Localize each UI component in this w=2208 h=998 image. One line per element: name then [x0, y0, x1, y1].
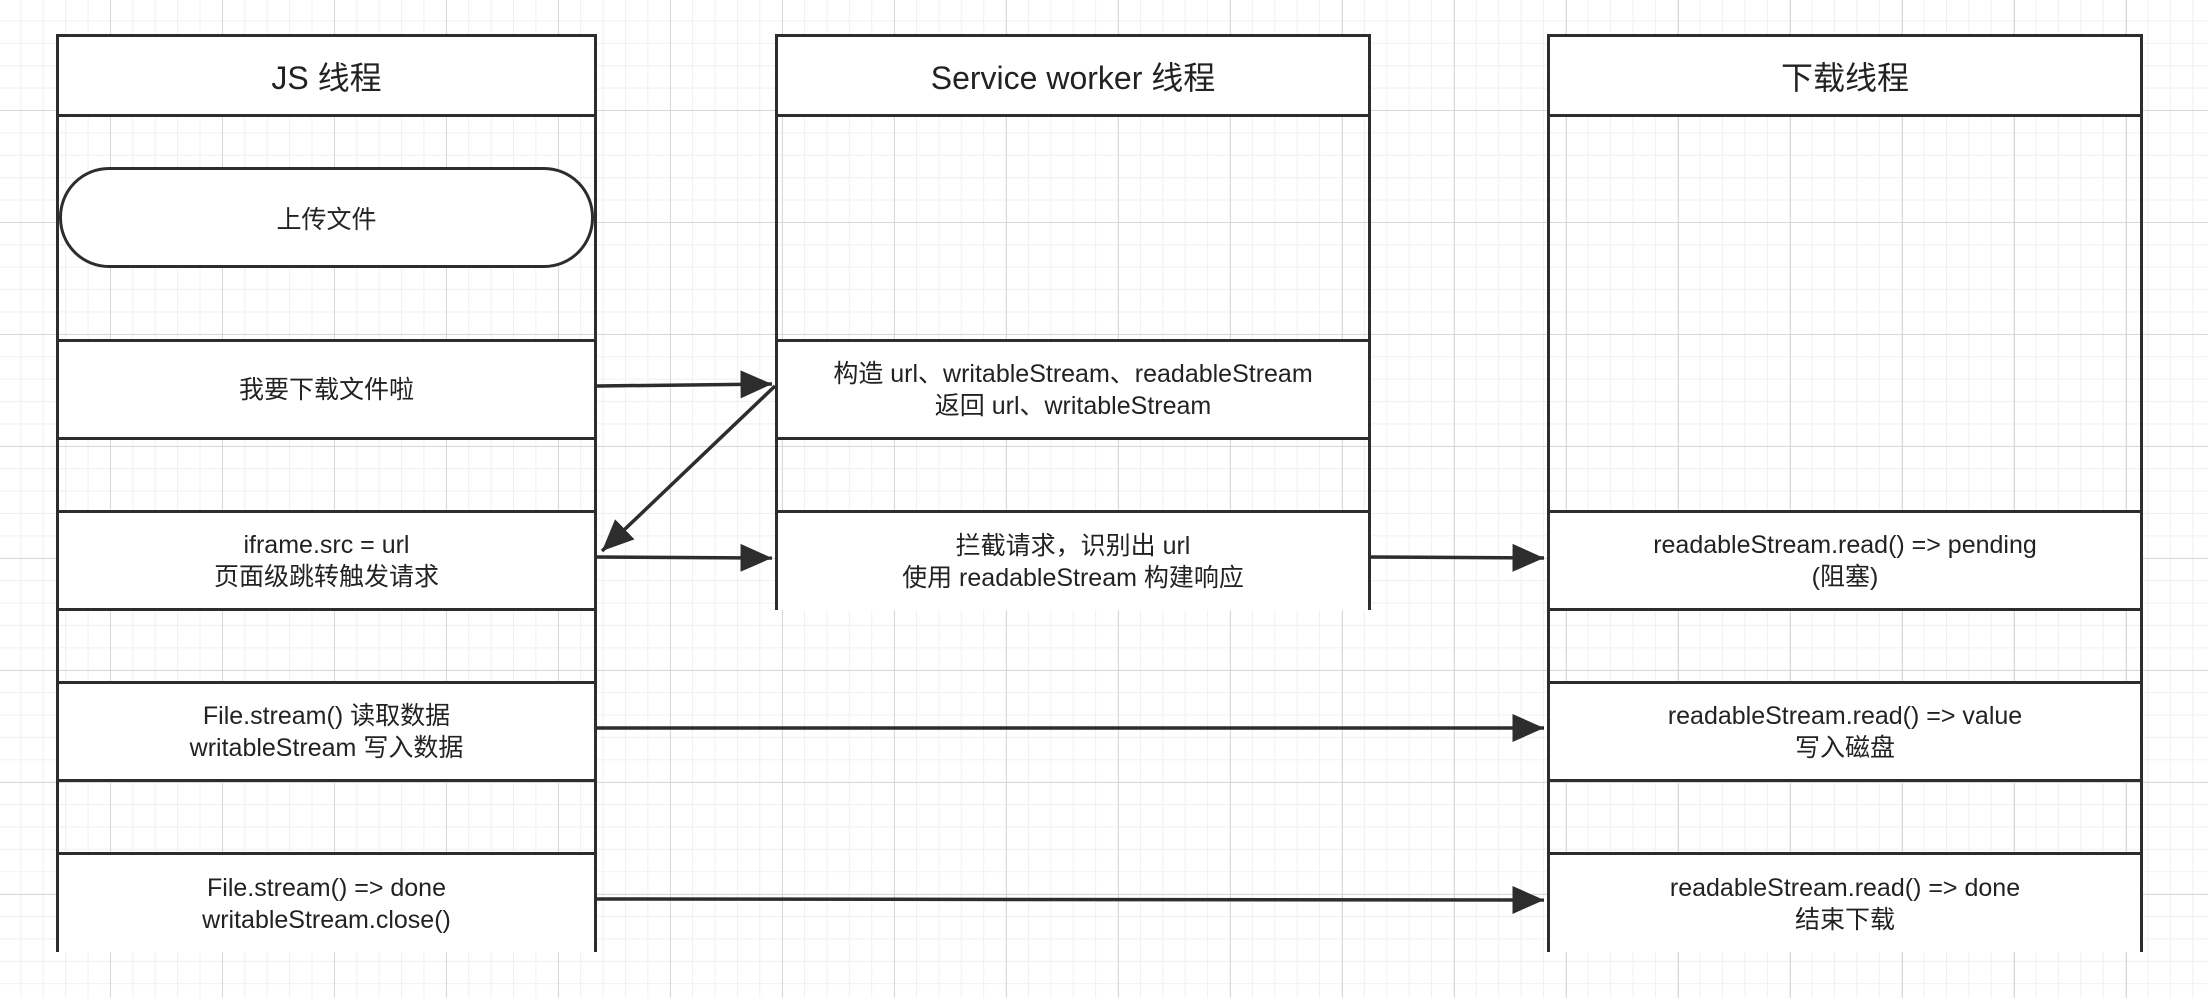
- sw-step-construct[interactable]: 构造 url、writableStream、readableStream 返回 …: [778, 339, 1368, 440]
- sw-step-construct-line1: 构造 url、writableStream、readableStream: [833, 359, 1313, 388]
- js-step-iframe[interactable]: iframe.src = url 页面级跳转触发请求: [59, 510, 594, 611]
- js-step-read-write[interactable]: File.stream() 读取数据 writableStream 写入数据: [59, 681, 594, 782]
- js-step-done-line2: writableStream.close(): [202, 905, 451, 934]
- arrow-js-to-dl-done: [596, 885, 1545, 914]
- sw-step-intercept-line2: 使用 readableStream 构建响应: [902, 563, 1244, 592]
- js-step-done[interactable]: File.stream() => done writableStream.clo…: [59, 852, 594, 952]
- arrow-sw-to-dl-response: [1370, 543, 1545, 572]
- dl-step-value-line2: 写入磁盘: [1794, 733, 1895, 762]
- js-step-done-line1: File.stream() => done: [207, 873, 446, 902]
- dl-step-pending-line1: readableStream.read() => pending: [1653, 530, 2037, 559]
- js-step-iframe-line1: iframe.src = url: [243, 530, 410, 559]
- js-step-download-request[interactable]: 我要下载文件啦: [59, 339, 594, 440]
- dl-step-value-line1: readableStream.read() => value: [1667, 701, 2023, 730]
- lane-title-service-worker: Service worker 线程: [778, 37, 1368, 117]
- js-step-iframe-line2: 页面级跳转触发请求: [213, 562, 439, 591]
- dl-step-value[interactable]: readableStream.read() => value 写入磁盘: [1550, 681, 2140, 782]
- lane-download-thread: 下载线程 readableStream.read() => pending (阻…: [1547, 34, 2143, 952]
- js-step-read-write-line1: File.stream() 读取数据: [202, 701, 451, 730]
- lane-title-download: 下载线程: [1550, 37, 2140, 117]
- lane-title-js: JS 线程: [59, 37, 594, 117]
- js-step-download-request-text: 我要下载文件啦: [238, 375, 414, 404]
- sw-step-intercept-line1: 拦截请求，识别出 url: [955, 531, 1191, 560]
- dl-step-done-line1: readableStream.read() => done: [1669, 873, 2021, 902]
- sw-step-construct-line2: 返回 url、writableStream: [934, 391, 1212, 420]
- dl-step-pending[interactable]: readableStream.read() => pending (阻塞): [1550, 510, 2140, 611]
- arrow-sw-to-js-return: [600, 384, 777, 553]
- arrow-js-to-sw-request: [596, 370, 773, 399]
- dl-step-done-line2: 结束下载: [1794, 905, 1895, 934]
- lane-js-thread: JS 线程 上传文件 我要下载文件啦 iframe.src = url 页面级跳…: [56, 34, 597, 952]
- arrow-js-to-sw-iframe: [596, 543, 773, 572]
- dl-step-pending-line2: (阻塞): [1811, 562, 1879, 591]
- lane-service-worker-thread: Service worker 线程 构造 url、writableStream、…: [775, 34, 1371, 610]
- sw-step-intercept[interactable]: 拦截请求，识别出 url 使用 readableStream 构建响应: [778, 510, 1368, 610]
- js-step-read-write-line2: writableStream 写入数据: [189, 733, 464, 762]
- upload-file-node[interactable]: 上传文件: [59, 167, 594, 268]
- dl-step-done[interactable]: readableStream.read() => done 结束下载: [1550, 852, 2140, 952]
